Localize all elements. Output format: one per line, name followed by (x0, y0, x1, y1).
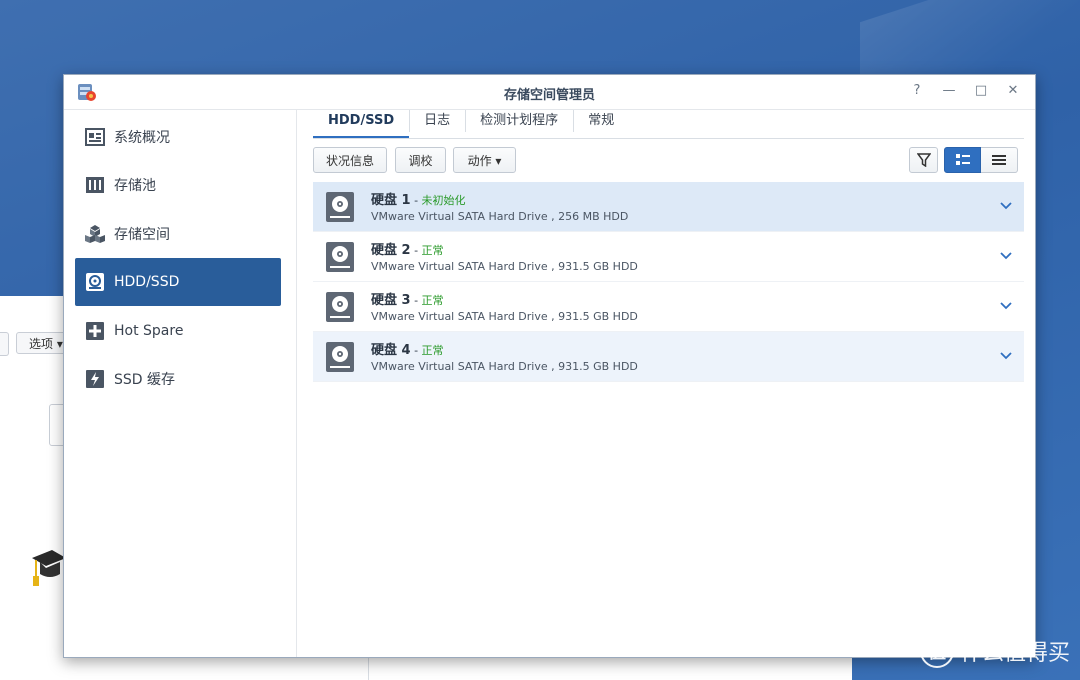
action-dropdown-button[interactable]: 动作 ▾ (453, 147, 516, 173)
tab-hdd-ssd[interactable]: HDD/SSD (313, 110, 410, 138)
detail-list-icon (955, 154, 970, 165)
storage-pool-icon (84, 174, 106, 196)
overview-icon (84, 126, 106, 148)
sidebar-item-hdd-ssd[interactable]: HDD/SSD (75, 258, 281, 306)
calibrate-button[interactable]: 调校 (395, 147, 446, 173)
disk-separator: - (410, 344, 422, 357)
list-icon (992, 155, 1006, 165)
title-bar[interactable]: 存储空间管理员 ? — □ ✕ (64, 75, 1035, 110)
disk-list: 硬盘 1 - 未初始化 VMware Virtual SATA Hard Dri… (313, 182, 1024, 382)
volume-icon (84, 223, 106, 245)
tab-test-scheduler[interactable]: 检测计划程序 (465, 110, 573, 138)
window-title: 存储空间管理员 (503, 88, 595, 103)
tab-bar: HDD/SSD 日志 检测计划程序 常规 (313, 110, 1024, 139)
hard-drive-icon (326, 192, 354, 222)
disk-status: 未初始化 (421, 194, 466, 207)
sidebar-item-label: SSD 缓存 (114, 372, 176, 388)
detail-view-button[interactable] (944, 147, 981, 173)
filter-button[interactable] (909, 147, 938, 173)
tab-log[interactable]: 日志 (409, 110, 465, 138)
disk-row[interactable]: 硬盘 3 - 正常 VMware Virtual SATA Hard Drive… (313, 282, 1024, 332)
watermark: 值 什么值得买 (919, 634, 1070, 668)
chevron-down-icon[interactable] (998, 198, 1014, 214)
ssd-cache-icon (84, 368, 106, 390)
sidebar-item-label: HDD/SSD (114, 274, 180, 290)
disk-name: 硬盘 2 (371, 243, 411, 258)
sidebar-item-storage-pool[interactable]: 存储池 (75, 161, 281, 209)
watermark-logo: 值 (919, 634, 954, 668)
disk-name: 硬盘 1 (371, 193, 411, 208)
disk-row[interactable]: 硬盘 2 - 正常 VMware Virtual SATA Hard Drive… (313, 232, 1024, 282)
minimize-button[interactable]: — (939, 81, 959, 101)
hard-drive-icon (326, 242, 354, 272)
disk-status: 正常 (421, 344, 444, 357)
graduation-cap-icon (32, 550, 66, 586)
compact-view-button[interactable] (981, 147, 1018, 173)
sidebar-item-label: 系统概况 (114, 130, 170, 146)
tab-general[interactable]: 常规 (573, 110, 629, 138)
hot-spare-icon (84, 320, 106, 342)
storage-manager-window: 存储空间管理员 ? — □ ✕ 系统概况 存储池 存储空间 HDD/SSD Ho… (63, 74, 1036, 658)
watermark-text: 什么值得买 (959, 641, 1070, 666)
background-options-select[interactable]: 选项 ▾ (16, 332, 68, 354)
background-options-label: 选项 (29, 337, 54, 351)
sidebar-item-ssd-cache[interactable]: SSD 缓存 (75, 355, 281, 403)
filter-icon (916, 153, 931, 167)
status-info-button[interactable]: 状况信息 (313, 147, 387, 173)
close-button[interactable]: ✕ (1003, 81, 1023, 101)
disk-separator: - (410, 244, 422, 257)
disk-row[interactable]: 硬盘 1 - 未初始化 VMware Virtual SATA Hard Dri… (313, 182, 1024, 232)
disk-row[interactable]: 硬盘 4 - 正常 VMware Virtual SATA Hard Drive… (313, 332, 1024, 382)
sidebar-item-hot-spare[interactable]: Hot Spare (75, 307, 281, 355)
disk-name: 硬盘 3 (371, 293, 411, 308)
chevron-down-icon[interactable] (998, 298, 1014, 314)
disk-status: 正常 (421, 294, 444, 307)
disk-separator: - (410, 294, 422, 307)
disk-description: VMware Virtual SATA Hard Drive , 931.5 G… (371, 360, 638, 373)
sidebar-item-overview[interactable]: 系统概况 (75, 113, 281, 161)
chevron-down-icon[interactable] (998, 248, 1014, 264)
hard-drive-icon (326, 292, 354, 322)
help-button[interactable]: ? (907, 81, 927, 101)
maximize-button[interactable]: □ (971, 81, 991, 101)
disk-name: 硬盘 4 (371, 343, 411, 358)
disk-description: VMware Virtual SATA Hard Drive , 256 MB … (371, 210, 629, 223)
hard-drive-icon (326, 342, 354, 372)
sidebar-item-volume[interactable]: 存储空间 (75, 210, 281, 258)
sidebar-item-label: 存储空间 (114, 227, 170, 243)
main-content: HDD/SSD 日志 检测计划程序 常规 状况信息 调校 动作 ▾ 硬盘 1 -… (297, 110, 1035, 657)
hdd-icon (84, 271, 106, 293)
sidebar-item-label: 存储池 (114, 178, 156, 194)
toolbar: 状况信息 调校 动作 ▾ (313, 147, 1024, 175)
background-button[interactable] (0, 332, 9, 356)
sidebar: 系统概况 存储池 存储空间 HDD/SSD Hot Spare SSD 缓存 (64, 110, 297, 657)
disk-separator: - (410, 194, 422, 207)
sidebar-item-label: Hot Spare (114, 323, 184, 339)
chevron-down-icon[interactable] (998, 348, 1014, 364)
disk-status: 正常 (421, 244, 444, 257)
disk-description: VMware Virtual SATA Hard Drive , 931.5 G… (371, 310, 638, 323)
disk-description: VMware Virtual SATA Hard Drive , 931.5 G… (371, 260, 638, 273)
